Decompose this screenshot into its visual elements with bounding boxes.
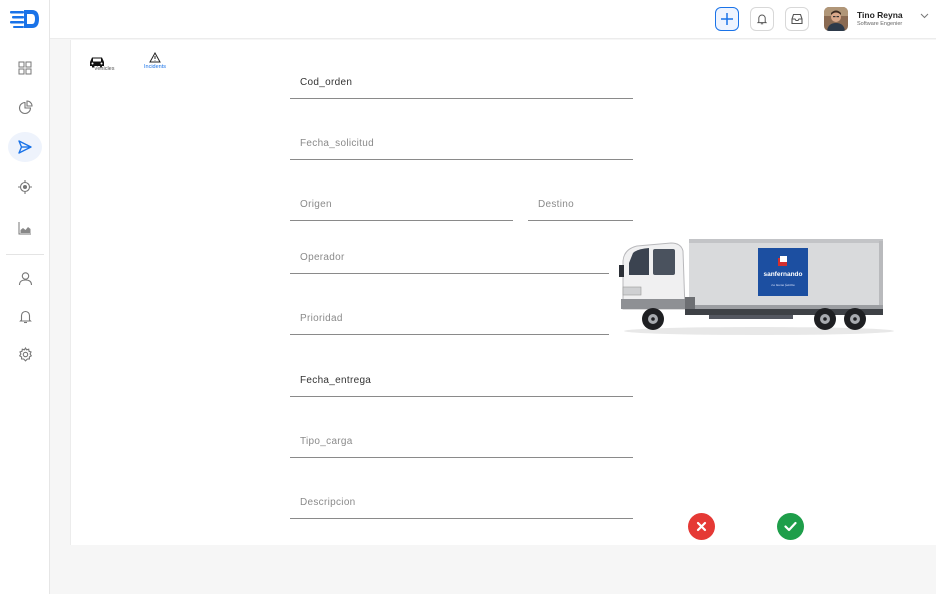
settings-icon[interactable] (15, 344, 35, 364)
cod-orden-field[interactable]: Cod_orden (290, 63, 633, 99)
operador-field[interactable]: Operador (290, 238, 633, 274)
top-header: Tino Reyna Software Engenier (50, 0, 936, 39)
avatar[interactable] (824, 7, 848, 31)
user-name: Tino Reyna (857, 10, 903, 20)
fecha-entrega-field[interactable]: Fecha_entrega (290, 361, 633, 397)
tipo-carga-label: Tipo_carga (300, 436, 353, 447)
inbox-icon (791, 13, 803, 25)
origen-field[interactable]: Origen (290, 185, 513, 221)
truck-image: sanfernando La buena familia (609, 231, 895, 355)
confirm-button[interactable] (777, 513, 804, 540)
fecha-entrega-label: Fecha_entrega (300, 375, 372, 386)
sidebar (0, 0, 50, 594)
plus-icon (721, 13, 733, 25)
fecha-solicitud-field[interactable]: Fecha_solicitud (290, 124, 633, 160)
cancel-button[interactable] (688, 513, 715, 540)
prioridad-field[interactable]: Prioridad (290, 299, 633, 335)
user-role: Software Engenier (857, 21, 903, 27)
origen-label: Origen (300, 199, 332, 210)
pie-chart-icon[interactable] (15, 97, 35, 117)
operador-label: Operador (300, 252, 345, 263)
sidebar-divider (6, 254, 44, 255)
add-button[interactable] (715, 7, 739, 31)
cod-orden-label: Cod_orden (300, 77, 353, 88)
truck-brand-text: sanfernando (763, 271, 802, 278)
tab-incidents-label: Incidents (144, 64, 167, 70)
descripcion-label: Descripcion (300, 497, 356, 508)
notifications-button[interactable] (750, 7, 774, 31)
bell-icon[interactable] (15, 306, 35, 326)
destino-label: Destino (538, 199, 575, 210)
truck-slogan-text: La buena familia (770, 283, 794, 287)
tab-incidents[interactable]: Incidents (144, 52, 166, 70)
user-icon[interactable] (15, 268, 35, 288)
descripcion-field[interactable]: Descripcion (290, 483, 633, 519)
prioridad-label: Prioridad (300, 313, 343, 324)
app-logo[interactable] (10, 8, 40, 30)
tab-vehicles[interactable]: Vehicles (80, 56, 115, 72)
send-icon[interactable] (15, 137, 35, 157)
dashboard-icon[interactable] (15, 58, 35, 78)
warning-icon (149, 52, 161, 63)
bell-icon (756, 14, 768, 25)
tipo-carga-field[interactable]: Tipo_carga (290, 422, 633, 458)
location-target-icon[interactable] (15, 177, 35, 197)
chevron-down-icon[interactable] (920, 13, 929, 19)
fecha-solicitud-label: Fecha_solicitud (300, 138, 374, 149)
check-icon (784, 521, 797, 532)
destino-field[interactable]: Destino (528, 185, 633, 221)
area-chart-icon[interactable] (15, 218, 35, 238)
tab-vehicles-label: Vehicles (94, 66, 115, 72)
inbox-button[interactable] (785, 7, 809, 31)
close-icon (696, 521, 707, 532)
